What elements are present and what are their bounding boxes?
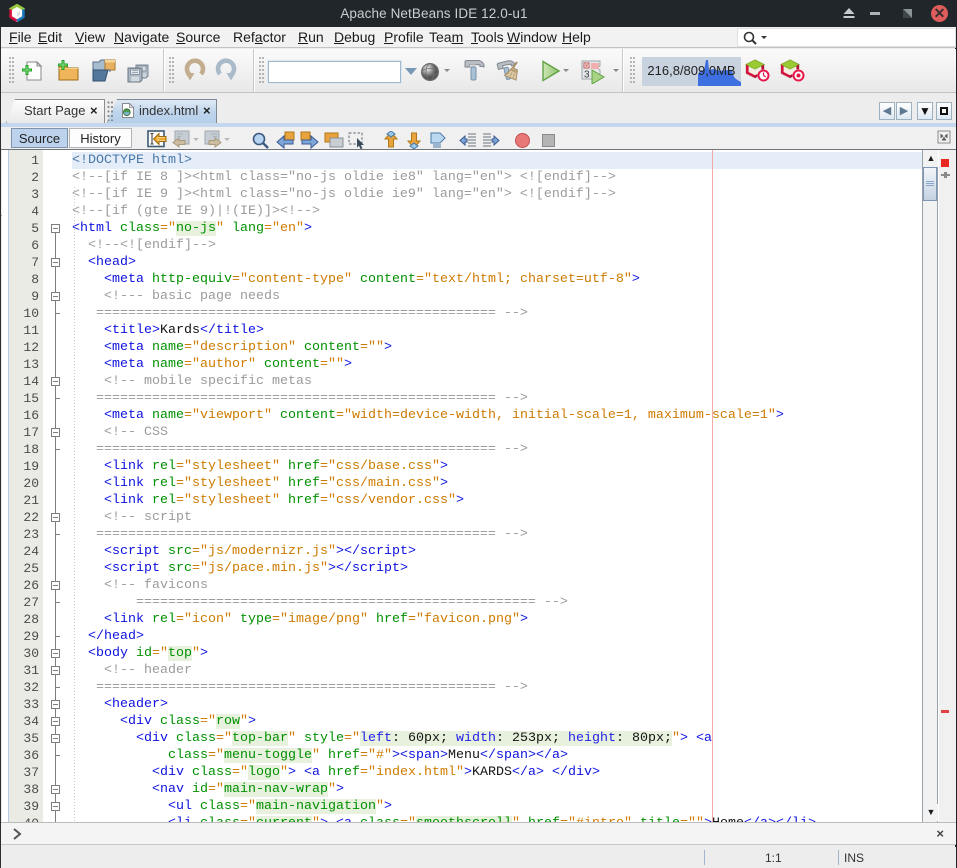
svg-text:3: 3 [584, 70, 590, 81]
